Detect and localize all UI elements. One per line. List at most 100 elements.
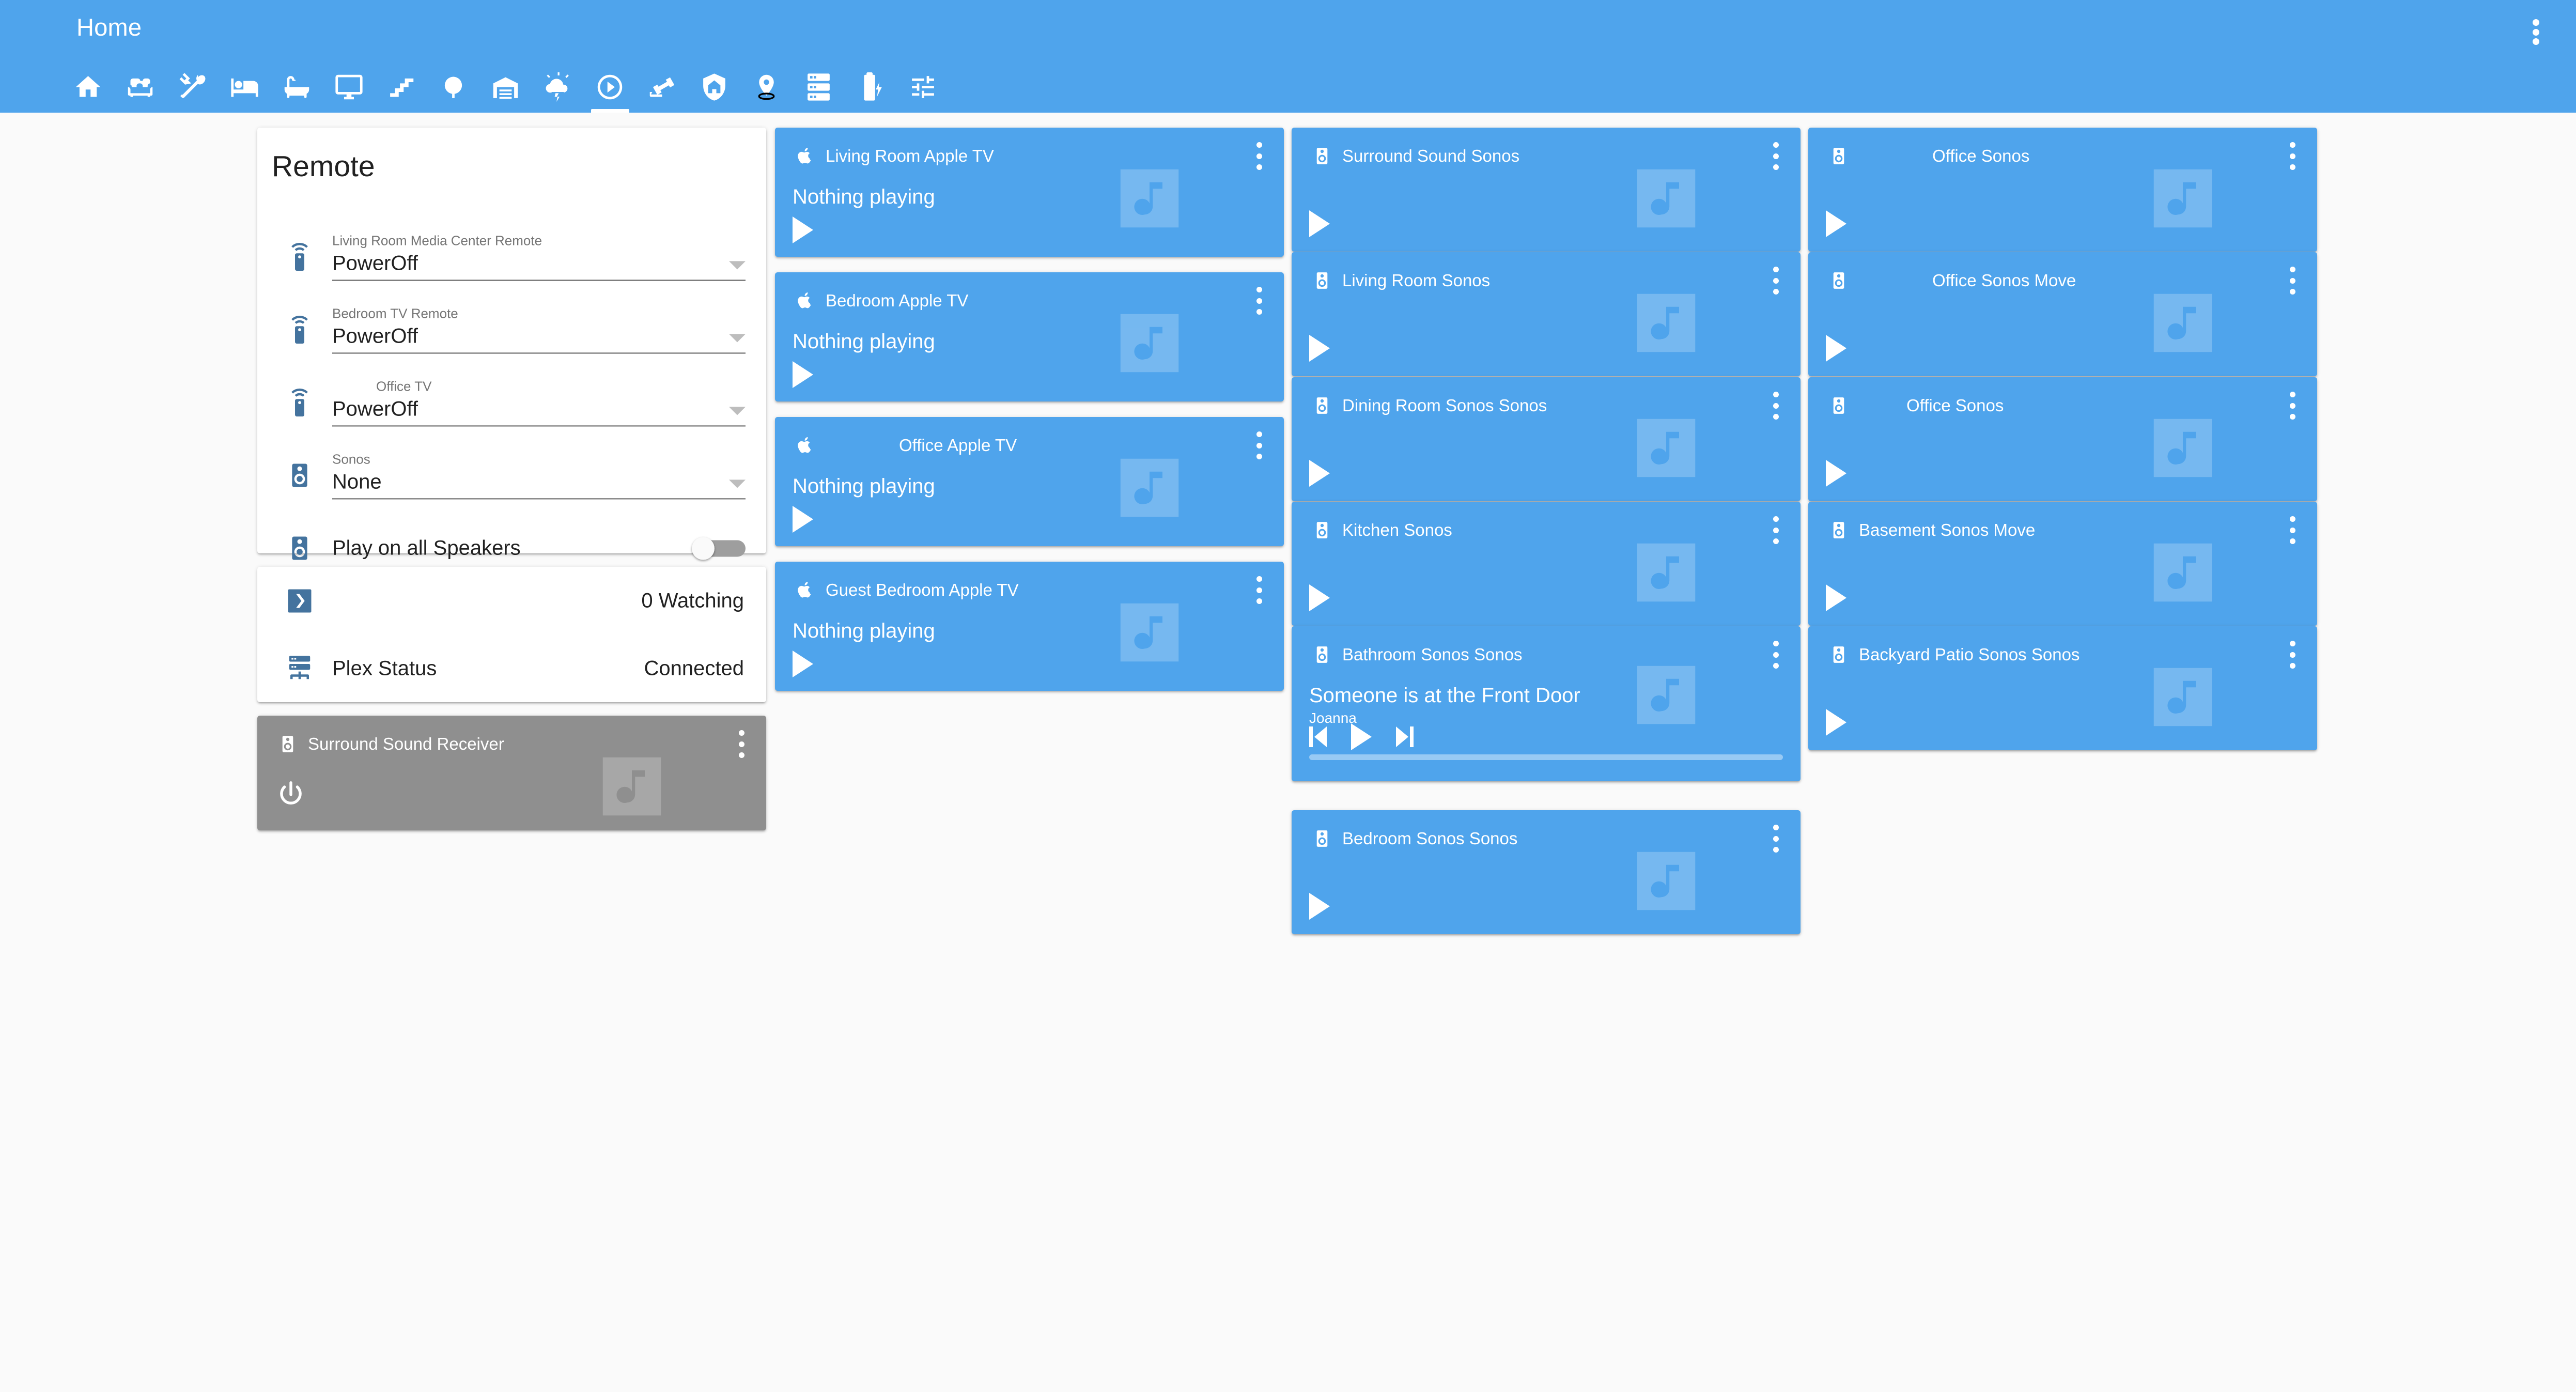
media-player-card[interactable]: Office Apple TV Nothing playing (775, 417, 1284, 546)
media-player-header: Guest Bedroom Apple TV (775, 562, 1284, 618)
media-player-overflow-button[interactable] (2285, 639, 2300, 671)
media-player-card[interactable]: Office Sonos (1808, 377, 2317, 501)
plex-row[interactable]: 0 Watching (257, 567, 766, 635)
play-button[interactable] (1826, 460, 1846, 487)
media-player-card[interactable]: Office Sonos Move (1808, 252, 2317, 376)
media-player-card[interactable]: Backyard Patio Sonos Sonos (1808, 626, 2317, 750)
remote-select-field[interactable]: Sonos None (332, 451, 746, 500)
remote-select-field[interactable]: Office TV PowerOff (332, 378, 746, 427)
media-player-overflow-button[interactable] (1768, 265, 1783, 297)
play-button[interactable] (1309, 460, 1330, 487)
chevron-down-icon[interactable] (729, 407, 746, 415)
tab-settings[interactable] (897, 61, 949, 113)
play-button[interactable] (1351, 723, 1372, 750)
media-player-card[interactable]: Bedroom Apple TV Nothing playing (775, 272, 1284, 401)
media-player-overflow-button[interactable] (1252, 140, 1266, 172)
chevron-down-icon[interactable] (729, 261, 746, 270)
media-player-overflow-button[interactable] (1768, 514, 1783, 546)
media-player-overflow-button[interactable] (2285, 265, 2300, 297)
tab-system[interactable] (793, 61, 845, 113)
speaker-icon (1833, 646, 1844, 663)
media-player-overflow-button[interactable] (2285, 140, 2300, 172)
media-player-overflow-button[interactable] (2285, 514, 2300, 546)
server-network-icon (283, 652, 316, 685)
tab-dining[interactable] (166, 61, 219, 113)
media-player-card[interactable]: Living Room Apple TV Nothing playing (775, 128, 1284, 257)
play-on-all-speakers-toggle[interactable] (692, 537, 746, 560)
media-player-overflow-button[interactable] (1252, 574, 1266, 606)
dots-vertical-icon (1256, 454, 1262, 459)
tab-office[interactable] (323, 61, 375, 113)
plex-row[interactable]: Plex Status Connected (257, 635, 766, 702)
play-button[interactable] (1309, 335, 1330, 362)
media-player-card[interactable]: Kitchen Sonos (1292, 502, 1801, 626)
dots-vertical-icon (1256, 576, 1262, 582)
dots-vertical-icon (2289, 663, 2295, 669)
media-player-card[interactable]: Basement Sonos Move (1808, 502, 2317, 626)
play-button[interactable] (793, 216, 813, 243)
media-player-card[interactable]: Living Room Sonos (1292, 252, 1801, 376)
media-player-overflow-button[interactable] (734, 728, 749, 760)
tab-security[interactable] (688, 61, 740, 113)
media-player-card[interactable]: Dining Room Sonos Sonos (1292, 377, 1801, 501)
remote-card-title: Remote (272, 150, 375, 183)
next-track-button[interactable] (1396, 726, 1414, 747)
app-overflow-menu-button[interactable] (2524, 18, 2548, 47)
media-player-controls (1309, 584, 1330, 611)
remote-select-field[interactable]: Living Room Media Center Remote PowerOff (332, 233, 746, 281)
play-button[interactable] (1826, 709, 1846, 736)
speaker-icon (1316, 148, 1328, 164)
tab-battery[interactable] (845, 61, 897, 113)
music-box-icon (2153, 169, 2212, 228)
play-button[interactable] (793, 506, 813, 533)
media-player-overflow-button[interactable] (1768, 390, 1783, 422)
media-player-overflow-button[interactable] (1252, 429, 1266, 461)
play-button[interactable] (1309, 893, 1330, 920)
tab-outdoors[interactable] (427, 61, 479, 113)
tab-weather[interactable] (532, 61, 584, 113)
music-box-icon (1111, 304, 1188, 382)
play-button[interactable] (793, 651, 813, 677)
media-player-controls (1309, 335, 1330, 362)
media-player-card[interactable]: Bedroom Sonos Sonos (1292, 810, 1801, 934)
play-button[interactable] (1826, 335, 1846, 362)
play-button[interactable] (1309, 210, 1330, 237)
play-button[interactable] (793, 361, 813, 388)
media-player-card[interactable]: Office Sonos (1808, 128, 2317, 252)
apple-icon (795, 579, 816, 601)
media-player-overflow-button[interactable] (2285, 390, 2300, 422)
media-player-overflow-button[interactable] (1768, 140, 1783, 172)
music-box-icon (2153, 293, 2212, 352)
tab-stairs[interactable] (375, 61, 427, 113)
previous-track-button[interactable] (1309, 726, 1327, 747)
dots-vertical-icon (1256, 287, 1262, 292)
tab-media[interactable] (584, 61, 636, 113)
tab-garage[interactable] (479, 61, 532, 113)
play-button[interactable] (1826, 584, 1846, 611)
play-button[interactable] (1826, 210, 1846, 237)
remote-select-label: Sonos (332, 451, 370, 467)
media-player-title: Office Sonos (1932, 146, 2030, 165)
tab-living-room[interactable] (114, 61, 166, 113)
media-player-overflow-button[interactable] (1768, 639, 1783, 671)
media-player-card[interactable]: Surround Sound Receiver (257, 716, 766, 830)
plex-row-state: Connected (644, 657, 744, 679)
speaker-icon (1316, 830, 1328, 847)
remote-select-field[interactable]: Bedroom TV Remote PowerOff (332, 305, 746, 354)
tab-bathroom[interactable] (271, 61, 323, 113)
tab-presence[interactable] (740, 61, 793, 113)
media-player-card[interactable]: Surround Sound Sonos (1292, 128, 1801, 252)
power-button[interactable] (275, 779, 307, 813)
dots-vertical-icon (2289, 267, 2295, 272)
media-player-card[interactable]: Bathroom Sonos Sonos Someone is at the Fr… (1292, 626, 1801, 781)
play-button[interactable] (1309, 584, 1330, 611)
tab-bedroom[interactable] (219, 61, 271, 113)
media-player-overflow-button[interactable] (1768, 823, 1783, 855)
media-player-card[interactable]: Guest Bedroom Apple TV Nothing playing (775, 562, 1284, 691)
media-progress-bar[interactable] (1309, 754, 1783, 760)
media-player-overflow-button[interactable] (1252, 285, 1266, 317)
tab-home[interactable] (62, 61, 114, 113)
tab-cameras[interactable] (636, 61, 688, 113)
chevron-down-icon[interactable] (729, 480, 746, 488)
chevron-down-icon[interactable] (729, 334, 746, 343)
